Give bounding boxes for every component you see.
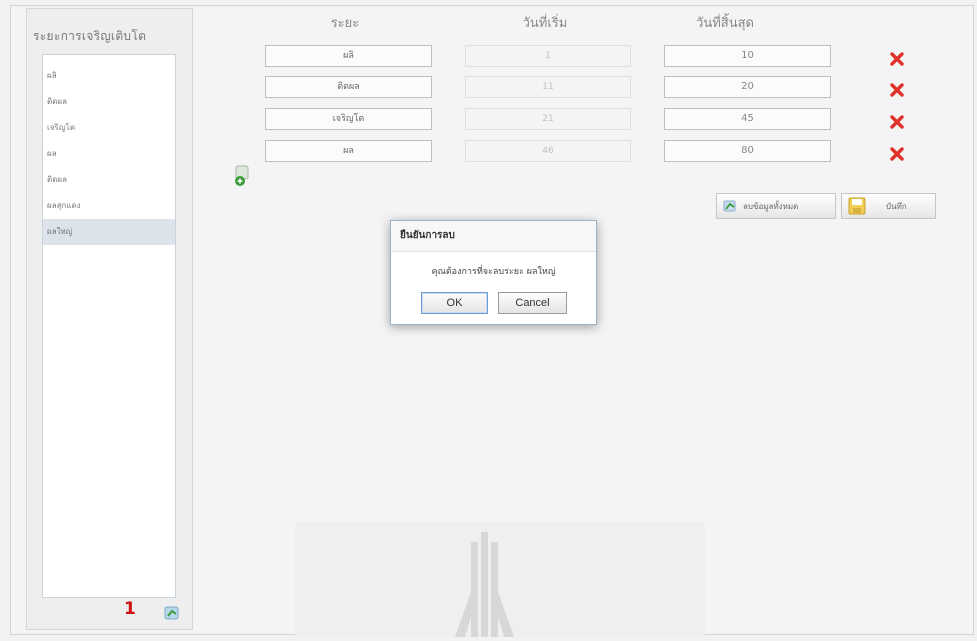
- save-icon: [848, 197, 866, 215]
- watermark-emblem: [455, 532, 514, 637]
- add-row-icon[interactable]: [233, 165, 251, 187]
- stage-list-item[interactable]: ผล: [43, 141, 175, 167]
- stage-list-item[interactable]: ติดผล: [43, 167, 175, 193]
- delete-icon[interactable]: [890, 83, 904, 97]
- delete-icon[interactable]: [890, 147, 904, 161]
- watermark: [295, 522, 705, 637]
- end-day-field[interactable]: 45: [664, 108, 831, 130]
- end-day-field[interactable]: 80: [664, 140, 831, 162]
- cancel-button[interactable]: Cancel: [498, 292, 567, 314]
- stage-list-item[interactable]: ติดผล: [43, 89, 175, 115]
- start-day-field: 1: [465, 45, 631, 67]
- save-label: บันทึก: [886, 201, 907, 211]
- stage-name-field[interactable]: ผล: [265, 140, 432, 162]
- stage-list-item[interactable]: ผลิ: [43, 63, 175, 89]
- ok-button[interactable]: OK: [421, 292, 488, 314]
- start-day-field: 21: [465, 108, 631, 130]
- start-day-field: 11: [465, 76, 631, 98]
- save-button[interactable]: บันทึก: [841, 193, 936, 219]
- clear-all-label: ลบข้อมูลทั้งหมด: [743, 201, 799, 211]
- clear-all-button[interactable]: ลบข้อมูลทั้งหมด: [716, 193, 836, 219]
- end-day-field[interactable]: 10: [664, 45, 831, 67]
- clear-icon: [723, 200, 736, 212]
- dialog-title: ยืนยันการลบ: [391, 221, 596, 252]
- delete-icon[interactable]: [890, 115, 904, 129]
- stage-name-field[interactable]: ติดผล: [265, 76, 432, 98]
- stage-list-item-selected[interactable]: ผลใหญ่: [43, 219, 175, 245]
- header-end-day: วันที่สิ้นสุด: [696, 16, 754, 31]
- stage-list-item[interactable]: ผลสุกแดง: [43, 193, 175, 219]
- stage-list-item[interactable]: เจริญโต: [43, 115, 175, 141]
- end-day-field[interactable]: 20: [664, 76, 831, 98]
- stage-list[interactable]: ผลิ ติดผล เจริญโต ผล ติดผล ผลสุกแดง ผลให…: [42, 54, 176, 598]
- stage-name-field[interactable]: ผลิ: [265, 45, 432, 67]
- stage-panel-title: ระยะการเจริญเติบโต: [33, 29, 147, 43]
- page-number: 1: [124, 599, 136, 619]
- add-stage-icon[interactable]: [164, 605, 180, 621]
- dialog-message: คุณต้องการที่จะลบระยะ ผลใหญ่: [431, 267, 556, 277]
- stage-name-field[interactable]: เจริญโต: [265, 108, 432, 130]
- stage-panel: ระยะการเจริญเติบโต ผลิ ติดผล เจริญโต ผล …: [26, 8, 193, 630]
- header-start-day: วันที่เริ่ม: [522, 16, 568, 31]
- header-stage: ระยะ: [330, 16, 360, 31]
- delete-icon[interactable]: [890, 52, 904, 66]
- start-day-field: 46: [465, 140, 631, 162]
- confirm-delete-dialog: ยืนยันการลบ คุณต้องการที่จะลบระยะ ผลใหญ่…: [390, 220, 597, 325]
